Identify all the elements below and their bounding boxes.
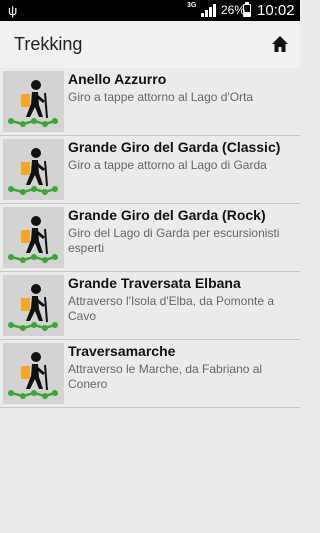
app-title: Trekking	[14, 34, 83, 54]
signal-icon	[201, 4, 217, 17]
hiker-icon	[8, 216, 58, 263]
route-thumbnail	[3, 275, 64, 336]
route-list-item[interactable]: Grande Giro del Garda (Classic) Giro a t…	[0, 136, 300, 204]
route-title: Grande Giro del Garda (Rock)	[68, 207, 266, 223]
hiker-icon	[8, 80, 58, 127]
route-list: Anello Azzurro Giro a tappe attorno al L…	[0, 68, 300, 408]
route-list-item[interactable]: Traversamarche Attraverso le Marche, da …	[0, 340, 300, 408]
battery-percent: 26%	[221, 3, 246, 17]
status-bar: ψ 3G 26% 10:02	[0, 0, 300, 21]
route-thumbnail	[3, 207, 64, 268]
route-list-item[interactable]: Grande Traversata Elbana Attraverso l'Is…	[0, 272, 300, 340]
route-title: Grande Traversata Elbana	[68, 275, 241, 291]
battery-icon	[243, 2, 251, 17]
route-title: Anello Azzurro	[68, 71, 167, 87]
network-type: 3G	[187, 2, 197, 9]
route-description: Giro a tappe attorno al Lago di Garda	[68, 158, 267, 172]
hiker-icon	[8, 352, 58, 399]
app-bar: Trekking	[0, 21, 300, 68]
home-icon[interactable]	[271, 35, 289, 53]
route-title: Grande Giro del Garda (Classic)	[68, 139, 281, 155]
route-description: Giro del Lago di Garda per escursionisti…	[68, 226, 280, 255]
route-description: Giro a tappe attorno al Lago d'Orta	[68, 90, 254, 104]
route-description: Attraverso l'Isola d'Elba, da Pomonte a …	[68, 294, 275, 323]
clock: 10:02	[257, 2, 295, 19]
hiker-icon	[8, 148, 58, 195]
route-thumbnail	[3, 343, 64, 404]
route-thumbnail	[3, 71, 64, 132]
route-title: Traversamarche	[68, 343, 176, 359]
usb-icon: ψ	[8, 3, 18, 18]
route-list-item[interactable]: Anello Azzurro Giro a tappe attorno al L…	[0, 68, 300, 136]
route-description: Attraverso le Marche, da Fabriano al Con…	[68, 362, 263, 391]
hiker-icon	[8, 284, 58, 331]
route-thumbnail	[3, 139, 64, 200]
route-list-item[interactable]: Grande Giro del Garda (Rock) Giro del La…	[0, 204, 300, 272]
